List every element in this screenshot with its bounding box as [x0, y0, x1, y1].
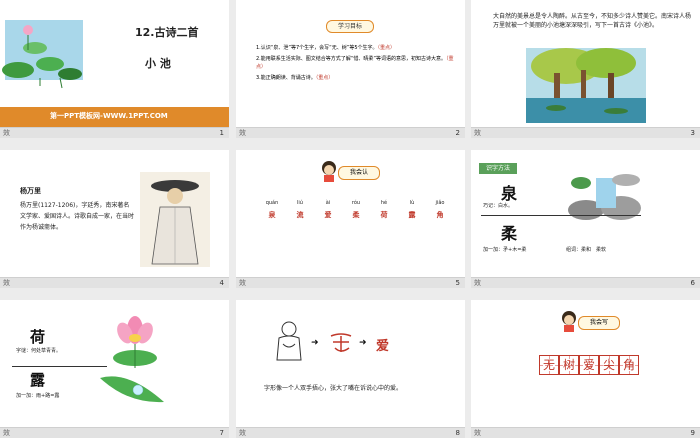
write-char-box: 尖 [599, 355, 619, 375]
slide-title: 12.古诗二首 [135, 26, 199, 39]
slide-number: 8 [455, 429, 460, 437]
char-he: 荷 [30, 328, 46, 346]
char-card: jiǎo 角 [435, 200, 445, 219]
char-lu-add: 加一加：雨+路=露 [16, 393, 60, 399]
slide-thumbnail-8[interactable]: ➜ ➜ 爱 字形像一个人双手捂心，张大了嘴在诉说心中的爱。 效 8 [236, 300, 465, 438]
write-char-box: 爱 [579, 355, 599, 375]
slide-footer: 效 6 [471, 277, 700, 288]
slide-footer: 效 3 [471, 127, 700, 138]
char-he-tip: 字谜：何处草青青。 [16, 348, 62, 354]
dewdrop-leaf-illustration [100, 376, 164, 403]
write-char-box: 树 [559, 355, 579, 375]
char-card: róu 柔 [351, 200, 361, 219]
char-lu: 露 [30, 371, 46, 389]
slide-number: 7 [219, 429, 224, 437]
poet-bio: 杨万里(1127-1206)，字廷秀，南宋著名文学家、爱国诗人。诗歌自成一家，在… [20, 202, 135, 231]
poet-portrait [140, 172, 210, 267]
write-char-box: 角 [619, 355, 639, 375]
slide-number: 2 [455, 129, 460, 137]
char-card: liú 流 [296, 200, 304, 219]
slide-thumbnail-6[interactable]: 识字方法 泉 巧记：白水。 柔 加一加：矛+木=柔 组词：柔和 柔软 效 6 [471, 150, 700, 288]
goal-item: 1.认识“泉、泄”等7个生字，会写“无、树”等5个生字。（重点） [256, 45, 396, 51]
banner-text: 第一PPT模板网-WWW.1PPT.COM [50, 112, 168, 120]
goal-badge: 学习目标 [326, 20, 374, 33]
char-rou: 柔 [501, 224, 518, 243]
slide-footer: 效 4 [0, 277, 229, 288]
char-card: ài 爱 [324, 200, 332, 219]
ancient-script-glyph [330, 333, 352, 352]
char-card: hé 荷 [380, 200, 388, 219]
slide-number: 6 [690, 279, 695, 287]
char-rou-add: 加一加：矛+木=柔 [483, 247, 527, 253]
slide-footer: 效 8 [236, 427, 465, 438]
slide-number: 1 [219, 129, 224, 137]
slide-number: 4 [219, 279, 224, 287]
girl-mascot-icon [322, 161, 336, 182]
poet-name: 杨万里 [20, 187, 41, 195]
slide-thumbnail-2[interactable]: 学习目标 1.认识“泉、泄”等7个生字，会写“无、树”等5个生字。（重点） 2.… [236, 0, 465, 138]
lotus-flower-illustration [113, 316, 157, 368]
divider-line [481, 215, 641, 216]
slide-footer: 效 9 [471, 427, 700, 438]
divider-line [12, 366, 107, 367]
pinyin-char-row: quán 泉 liú 流 ài 爱 róu 柔 hé 荷 lù 露 jiǎo 角 [261, 200, 451, 220]
char-quan: 泉 [501, 184, 518, 203]
pond-tree-illustration [526, 48, 646, 123]
slide-thumbnail-9[interactable]: 我会写 无 树 爱 尖 角 效 9 [471, 300, 700, 438]
slide-thumbnail-3[interactable]: 大自然的美景总是令人陶醉。从古至今，不知多少诗人赞美它。南宋诗人杨万里就被一个美… [471, 0, 700, 138]
slide-thumbnail-5[interactable]: 我会认 quán 泉 liú 流 ài 爱 róu 柔 hé 荷 lù 露 jiǎo 角 效 … [236, 150, 465, 288]
goal-item: 2.能用联系生活实际、图文结合等方式了解“惜、晴柔”等词语的意思，初知古诗大意。… [256, 56, 454, 70]
slide-subtitle: 小 池 [145, 57, 171, 70]
slide-footer: 效 2 [236, 127, 465, 138]
write-char-box: 无 [539, 355, 559, 375]
char-card: lù 露 [408, 200, 416, 219]
slide-thumbnail-1[interactable]: 12.古诗二首 小 池 第一PPT模板网-WWW.1PPT.COM 效 1 [0, 0, 229, 138]
slide-number: 9 [690, 429, 695, 437]
evolution-arrow: ➜ [311, 338, 319, 348]
slide-number: 5 [455, 279, 460, 287]
char-rou-words: 组词：柔和 柔软 [566, 247, 607, 253]
slide-footer: 效 1 [0, 127, 229, 138]
recognize-badge: 我会认 [338, 166, 380, 180]
goal-list: 1.认识“泉、泄”等7个生字，会写“无、树”等5个生字。（重点） 2.能用联系生… [256, 44, 456, 82]
evolution-arrow: ➜ [359, 338, 367, 348]
girl-mascot-icon [562, 311, 576, 332]
intro-paragraph: 大自然的美景总是令人陶醉。从古至今，不知多少诗人赞美它。南宋诗人杨万里就被一个美… [493, 13, 692, 29]
slide-number: 3 [690, 129, 695, 137]
char-ai-caption: 字形像一个人双手捂心，张大了嘴在诉说心中的爱。 [264, 385, 403, 392]
slide-footer: 效 7 [0, 427, 229, 438]
char-ai: 爱 [376, 339, 390, 354]
person-hands-heart-illustration [276, 321, 302, 361]
method-tag: 识字方法 [479, 163, 517, 174]
slide-thumbnail-7[interactable]: 荷 字谜：何处草青青。 露 加一加：雨+路=露 效 7 [0, 300, 229, 438]
slide-footer: 效 5 [236, 277, 465, 288]
goal-item: 3.能正确朗读、背诵古诗。（重点） [256, 75, 334, 81]
char-quan-tip: 巧记：白水。 [483, 203, 514, 209]
write-badge: 我会写 [578, 316, 620, 330]
slide-thumbnail-4[interactable]: 杨万里 杨万里(1127-1206)，字廷秀，南宋著名文学家、爱国诗人。诗歌自成… [0, 150, 229, 288]
char-card: quán 泉 [265, 200, 279, 219]
